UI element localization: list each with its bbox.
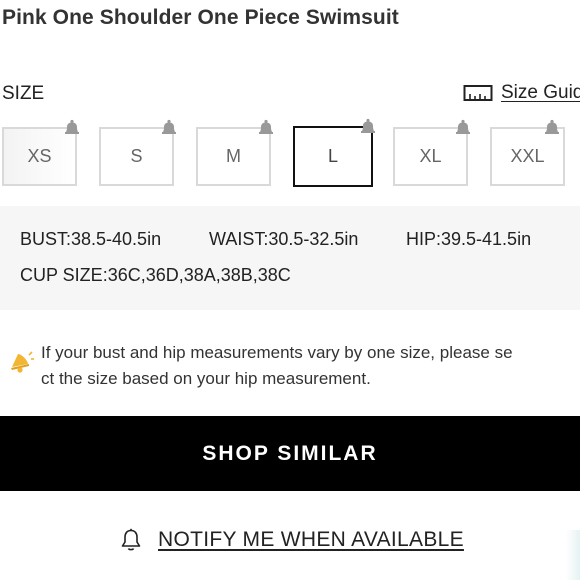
size-option-label: S [130, 146, 143, 166]
cup-size-measurement: CUP SIZE:36C,36D,38A,38B,38C [20, 265, 291, 285]
notify-bell-icon [162, 119, 176, 134]
size-option-xxl[interactable]: XXL [490, 119, 565, 186]
notify-me-link[interactable]: NOTIFY ME WHEN AVAILABLE [120, 528, 464, 552]
size-label: SIZE [2, 83, 45, 104]
notify-bell-icon [65, 119, 79, 134]
size-option-label: M [226, 146, 241, 166]
waist-measurement: WAIST:30.5-32.5in [209, 229, 359, 249]
hip-measurement: HIP:39.5-41.5in [406, 229, 532, 249]
size-measurements-panel: BUST:38.5-40.5in WAIST:30.5-32.5in HIP:3… [0, 206, 580, 310]
size-tip-text: If your bust and hip measurements vary b… [41, 343, 513, 362]
size-option-s[interactable]: S [99, 119, 176, 186]
product-title: Pink One Shoulder One Piece Swimsuit [2, 6, 399, 29]
speaker-bell-icon [11, 351, 34, 373]
notify-bell-icon [361, 118, 375, 133]
size-option-label: XL [419, 146, 442, 166]
ruler-icon [463, 85, 493, 101]
size-tip-text-continued: ct the size based on your hip measuremen… [41, 369, 371, 388]
notify-bell-icon [259, 119, 273, 134]
edge-decoration [566, 530, 580, 580]
size-guide-label: Size Guide [501, 82, 580, 103]
bust-measurement: BUST:38.5-40.5in [20, 229, 162, 249]
notify-bell-icon [545, 119, 559, 134]
bell-icon [121, 528, 141, 551]
size-option-xl[interactable]: XL [393, 119, 470, 186]
size-option-xs[interactable]: XS [2, 119, 79, 186]
notify-me-label: NOTIFY ME WHEN AVAILABLE [158, 528, 464, 551]
size-option-m[interactable]: M [196, 119, 273, 186]
shop-similar-button[interactable]: SHOP SIMILAR [0, 416, 580, 491]
size-option-label: L [327, 146, 338, 166]
notify-bell-icon [456, 119, 470, 134]
size-option-label: XS [27, 146, 52, 166]
size-option-label: XXL [510, 146, 545, 166]
size-option-l[interactable]: L [293, 118, 375, 187]
size-guide-link[interactable]: Size Guide [463, 82, 580, 104]
